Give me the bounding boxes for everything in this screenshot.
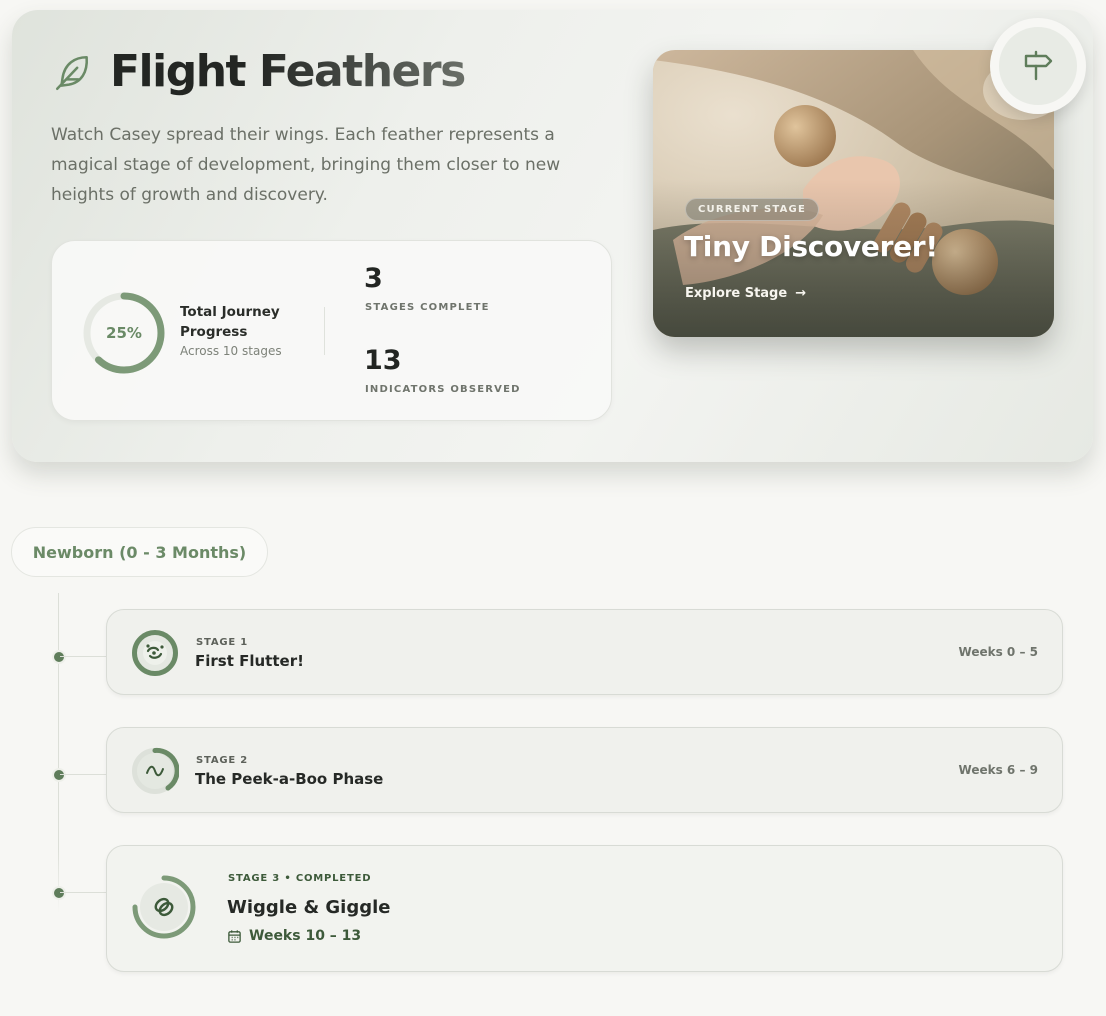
signpost-icon xyxy=(1024,50,1053,81)
stage-kicker: STAGE 1 xyxy=(196,637,249,648)
progress-subtitle: Across 10 stages xyxy=(180,344,282,358)
stage-weeks: Weeks 10 – 13 xyxy=(249,928,362,944)
feather-icon xyxy=(55,55,88,90)
page-title: Flight Feathers xyxy=(110,46,466,97)
timeline-connector-stage-3 xyxy=(60,892,106,893)
confetti-icon xyxy=(132,630,178,676)
stage-weeks: Weeks 0 – 5 xyxy=(958,645,1038,659)
current-stage-card[interactable]: CURRENT STAGE Tiny Discoverer! Explore S… xyxy=(653,50,1054,337)
timeline-connector-stage-1 xyxy=(60,656,106,657)
timeline-line xyxy=(58,593,59,913)
stage-weeks: Weeks 6 – 9 xyxy=(958,763,1038,777)
explore-stage-link[interactable]: Explore Stage → xyxy=(685,286,806,301)
wave-icon xyxy=(132,747,179,794)
arrow-right-icon: → xyxy=(795,286,807,301)
stages-complete-label: STAGES COMPLETE xyxy=(365,302,490,313)
signpost-button-inner xyxy=(999,27,1077,105)
stage-name: Wiggle & Giggle xyxy=(227,897,391,918)
calendar-icon xyxy=(228,929,241,943)
stage-card-1[interactable]: STAGE 1 First Flutter! Weeks 0 – 5 xyxy=(106,609,1063,695)
indicators-observed-count: 13 xyxy=(364,345,402,376)
hero-header: Flight Feathers xyxy=(52,46,466,97)
age-group-pill[interactable]: Newborn (0 - 3 Months) xyxy=(11,527,268,577)
stage-kicker: STAGE 3 • COMPLETED xyxy=(228,873,372,884)
stage-name: First Flutter! xyxy=(195,652,304,670)
stage-card-3[interactable]: STAGE 3 • COMPLETED Wiggle & Giggle Week… xyxy=(106,845,1063,972)
progress-percent: 25% xyxy=(106,324,142,342)
rings-icon xyxy=(132,875,196,939)
stage-kicker: STAGE 2 xyxy=(196,755,249,766)
timeline-connector-stage-2 xyxy=(60,774,106,775)
signpost-button[interactable] xyxy=(990,18,1086,114)
progress-title: Total Journey Progress xyxy=(180,304,280,340)
timeline-dot-stage-2 xyxy=(52,768,66,782)
current-stage-badge: CURRENT STAGE xyxy=(685,198,819,221)
indicators-observed-label: INDICATORS OBSERVED xyxy=(365,384,521,395)
stages-complete-count: 3 xyxy=(364,263,383,294)
stage-card-2[interactable]: STAGE 2 The Peek-a-Boo Phase Weeks 6 – 9 xyxy=(106,727,1063,813)
timeline-dot-stage-1 xyxy=(52,650,66,664)
hero-description: Watch Casey spread their wings. Each fea… xyxy=(51,125,561,205)
stats-divider xyxy=(324,307,325,355)
stage-weeks-row: Weeks 10 – 13 xyxy=(227,928,361,944)
timeline-dot-stage-3 xyxy=(52,886,66,900)
progress-card: 25% Total Journey Progress Across 10 sta… xyxy=(51,240,612,421)
current-stage-title: Tiny Discoverer! xyxy=(684,230,938,263)
stage-name: The Peek-a-Boo Phase xyxy=(195,770,384,788)
explore-stage-label: Explore Stage xyxy=(685,286,788,301)
hero-panel: Flight Feathers Watch Casey spread their… xyxy=(12,10,1093,462)
